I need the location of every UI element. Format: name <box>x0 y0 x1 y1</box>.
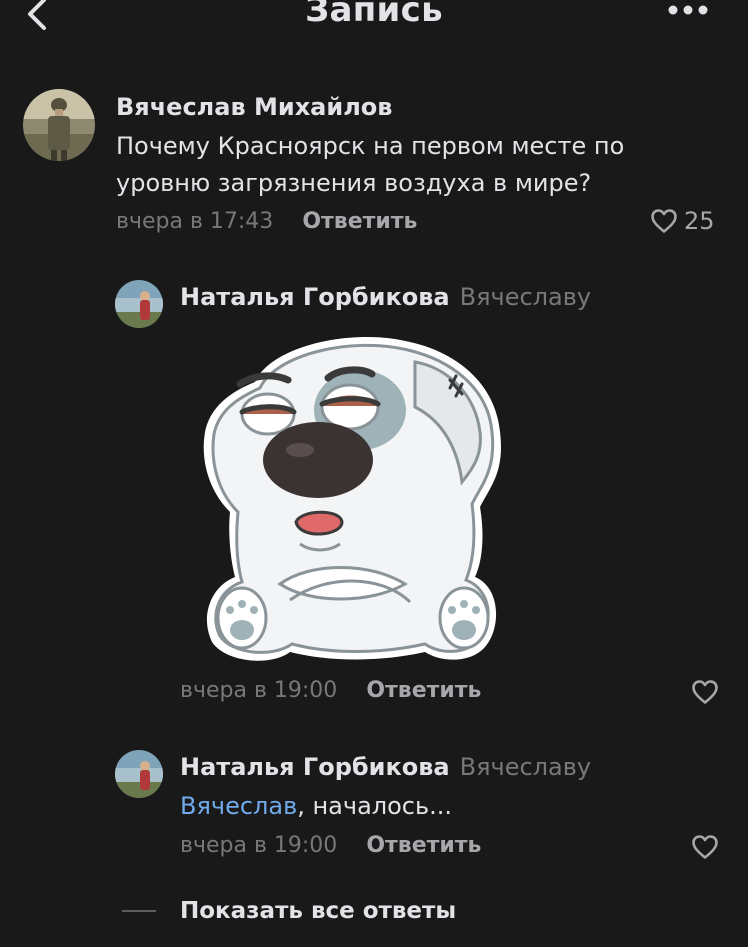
author-name[interactable]: Наталья Горбикова <box>180 283 450 311</box>
avatar[interactable] <box>23 89 95 161</box>
heart-outline-icon <box>692 835 718 859</box>
comment-text-body: , началось... <box>297 792 453 820</box>
post-comments-screen: Запись Вячеслав Михайлов Почему Краснояр… <box>0 0 748 947</box>
reply-to-label[interactable]: Вячеславу <box>460 283 591 311</box>
avatar-image <box>115 750 163 798</box>
avatar[interactable] <box>115 750 163 798</box>
reply-button[interactable]: Ответить <box>366 833 481 858</box>
heart-outline-icon <box>651 209 677 233</box>
comment-time: вчера в 17:43 <box>116 209 274 234</box>
heart-outline-icon <box>692 680 718 704</box>
comment-meta: вчера в 19:00 Ответить <box>180 833 481 858</box>
dog-sticker[interactable] <box>200 322 510 667</box>
comment-item: Вячеслав Михайлов Почему Красноярск на п… <box>0 0 748 250</box>
mention-link[interactable]: Вячеслав <box>180 792 297 820</box>
dog-sticker-image <box>203 336 501 661</box>
comment-text: Вячеслав, началось... <box>180 788 680 825</box>
avatar-image <box>115 280 163 328</box>
comment-header: Вячеслав Михайлов <box>116 93 392 121</box>
like-button[interactable] <box>691 834 719 860</box>
like-count: 25 <box>684 207 715 235</box>
comment-text: Почему Красноярск на первом месте по уро… <box>116 132 625 197</box>
comment-header: Наталья Горбикова Вячеславу <box>180 283 591 311</box>
comment-meta: вчера в 17:43 Ответить <box>116 209 417 234</box>
like-button[interactable]: 25 <box>650 207 715 235</box>
author-name[interactable]: Вячеслав Михайлов <box>116 93 392 121</box>
comment-header: Наталья Горбикова Вячеславу <box>180 753 591 781</box>
reply-to-label[interactable]: Вячеславу <box>460 753 591 781</box>
divider-line <box>122 910 156 912</box>
like-button[interactable] <box>691 679 719 705</box>
show-all-replies-label: Показать все ответы <box>180 898 457 924</box>
reply-button[interactable]: Ответить <box>366 678 481 703</box>
avatar[interactable] <box>115 280 163 328</box>
comment-time: вчера в 19:00 <box>180 678 338 703</box>
reply-button[interactable]: Ответить <box>302 209 417 234</box>
author-name[interactable]: Наталья Горбикова <box>180 753 450 781</box>
show-all-replies-button[interactable]: Показать все ответы <box>122 898 456 924</box>
avatar-image <box>23 89 95 161</box>
comment-meta: вчера в 19:00 Ответить <box>180 678 481 703</box>
comment-time: вчера в 19:00 <box>180 833 338 858</box>
